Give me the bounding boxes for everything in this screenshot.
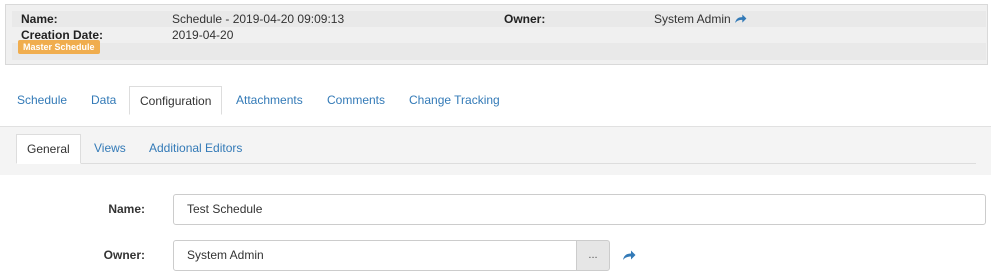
main-tab-bar: Schedule Data Configuration Attachments … [5,86,991,127]
header-row-badge [12,43,986,60]
sub-tab-bar: General Views Additional Editors [16,134,976,164]
owner-field[interactable]: System Admin [173,240,577,271]
header-row-name [12,11,986,27]
form-name-label: Name: [108,202,145,216]
subtab-general[interactable]: General [16,134,81,164]
tab-configuration[interactable]: Configuration [129,86,223,115]
tab-change-tracking[interactable]: Change Tracking [409,86,500,114]
subtab-views[interactable]: Views [94,134,126,163]
form-owner-label: Owner: [103,248,145,262]
go-to-owner-icon[interactable] [734,14,747,24]
owner-value-wrap: System Admin [654,11,747,27]
record-header-panel: Name: Schedule - 2019-04-20 09:09:13 Own… [5,4,988,65]
name-value: Schedule - 2019-04-20 09:09:13 [172,12,345,26]
tab-attachments[interactable]: Attachments [236,86,303,114]
go-to-owner-link-icon[interactable] [622,250,636,261]
schedule-name-field[interactable]: Test Schedule [173,194,986,225]
master-schedule-badge: Master Schedule [18,40,100,54]
tab-data[interactable]: Data [91,86,116,114]
subtab-additional-editors[interactable]: Additional Editors [149,134,242,163]
name-label: Name: [21,12,58,26]
owner-label: Owner: [504,12,546,26]
owner-value: System Admin [654,12,731,26]
creation-date-value: 2019-04-20 [172,28,234,42]
owner-picker-button[interactable]: ... [576,240,610,271]
tab-schedule[interactable]: Schedule [17,86,67,114]
tab-comments[interactable]: Comments [327,86,385,114]
